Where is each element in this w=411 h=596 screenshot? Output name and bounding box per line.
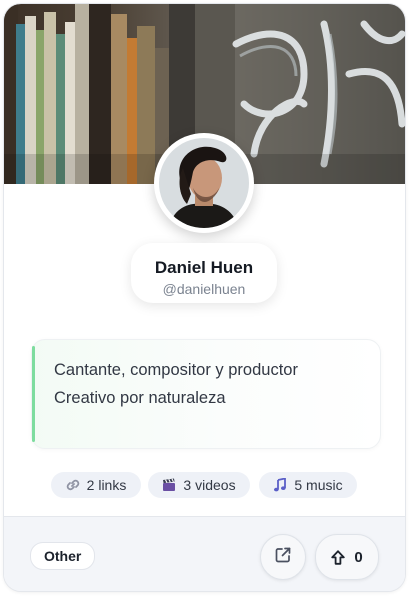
arrow-up-icon [331,549,346,565]
upvote-count: 0 [354,548,363,566]
bio-box: Cantante, compositor y productor Creativ… [31,339,381,449]
share-button[interactable] [260,534,306,580]
stat-label: 3 videos [183,477,236,493]
stat-music[interactable]: 5 music [259,472,357,498]
external-link-icon [274,546,292,569]
stat-links[interactable]: 2 links [51,472,141,498]
bio-line: Creativo por naturaleza [54,389,226,407]
stat-videos[interactable]: 3 videos [148,472,250,498]
stat-label: 5 music [294,477,343,493]
link-icon [66,478,80,492]
bio-line: Cantante, compositor y productor [54,361,298,379]
profile-name: Daniel Huen [154,258,254,277]
bio-accent-bar [32,346,35,442]
profile-card[interactable]: Daniel Huen @danielhuen Cantante, compos… [3,3,406,592]
card-footer: Other 0 [4,516,405,591]
name-card: Daniel Huen @danielhuen [131,243,277,303]
clapperboard-icon [162,478,176,492]
music-note-icon [273,478,287,492]
profile-handle: @danielhuen [162,281,246,297]
upvote-button[interactable]: 0 [315,534,379,580]
avatar-photo [159,138,249,228]
category-badge[interactable]: Other [30,542,96,570]
stat-label: 2 links [86,477,127,493]
avatar[interactable] [154,133,254,233]
